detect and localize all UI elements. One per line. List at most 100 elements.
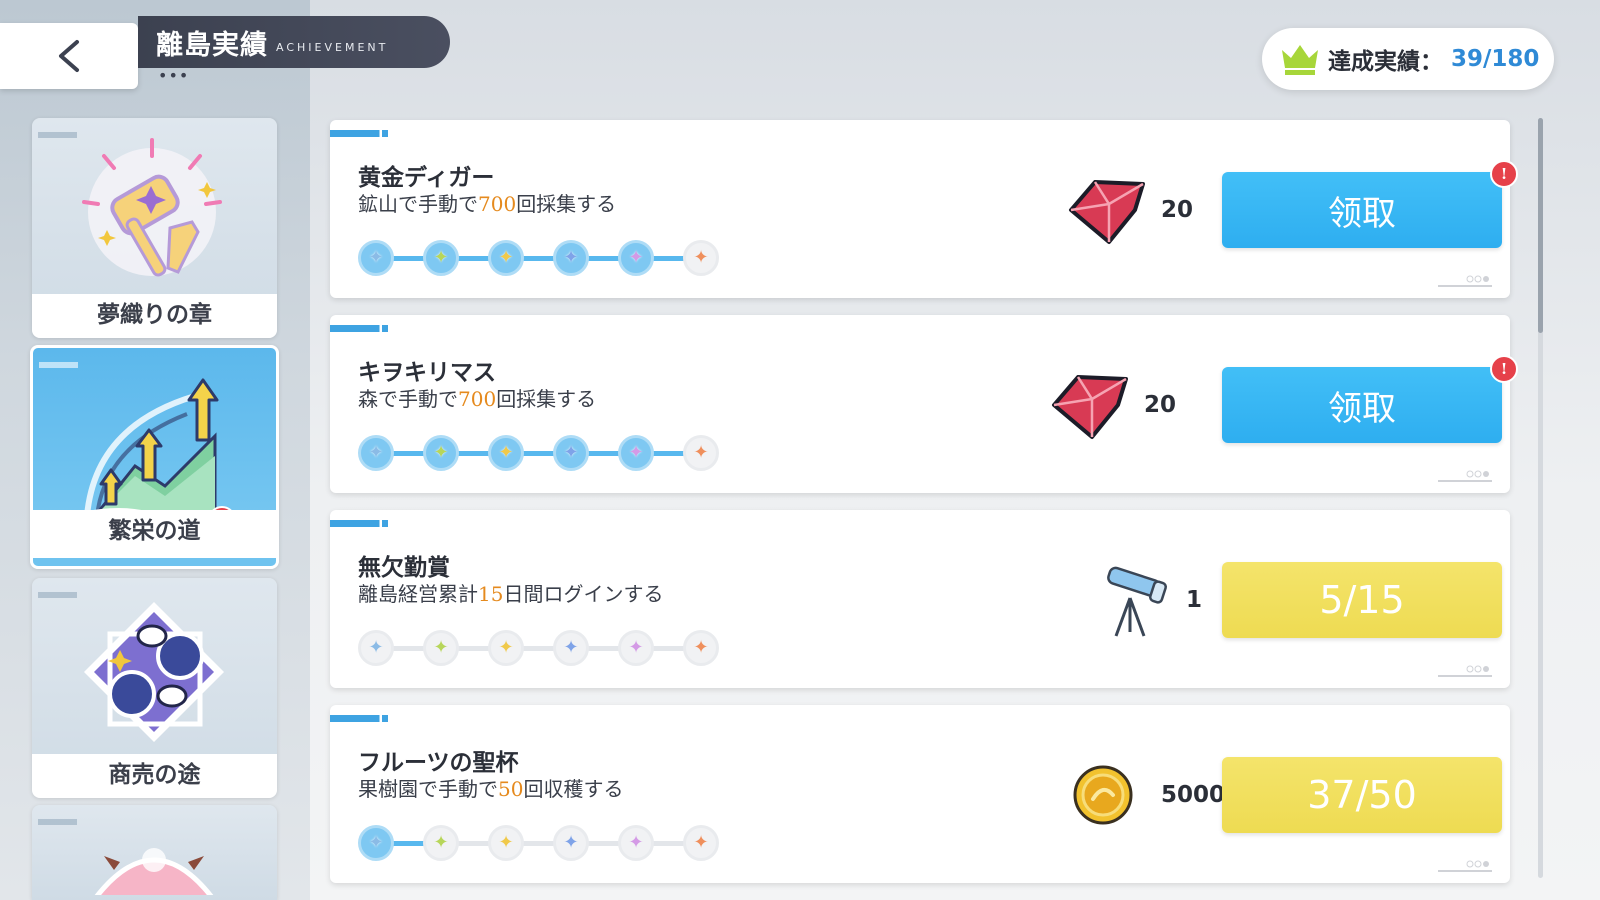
ruby-icon	[1069, 180, 1145, 244]
stage-star-icon: ✦	[618, 825, 654, 861]
star-glyph: ✦	[628, 832, 644, 853]
achievement-count-badge: 達成実績： 39/180	[1262, 28, 1554, 90]
stage-star-icon: ✦	[618, 435, 654, 471]
watermark-logo	[1438, 665, 1492, 677]
hammer-icon	[82, 138, 222, 277]
star-glyph: ✦	[563, 832, 579, 853]
stage-star-icon: ✦	[618, 240, 654, 276]
star-glyph: ✦	[563, 442, 579, 463]
star-glyph: ✦	[433, 637, 449, 658]
ruby-icon	[1052, 375, 1128, 439]
stage-star-icon: ✦	[423, 240, 459, 276]
star-glyph: ✦	[433, 247, 449, 268]
desc-text: 鉱山で手動で	[358, 192, 478, 216]
chevron-left-icon	[59, 40, 79, 72]
star-glyph: ✦	[628, 247, 644, 268]
page-subtitle: ACHIEVEMENT	[276, 40, 389, 54]
alert-badge: !	[1490, 160, 1518, 188]
desc-text: 森で手動で	[358, 387, 458, 411]
card-tag	[330, 520, 388, 527]
star-glyph: ✦	[433, 442, 449, 463]
stage-star-icon: ✦	[553, 825, 589, 861]
stage-star-icon: ✦	[488, 630, 524, 666]
star-glyph: ✦	[368, 637, 384, 658]
stage-progress: ✦ ✦ ✦ ✦ ✦ ✦	[358, 825, 719, 861]
card-tag	[330, 715, 388, 722]
desc-text: 果樹園で手動で	[358, 777, 498, 801]
card-tag	[330, 325, 388, 332]
stage-star-icon: ✦	[553, 240, 589, 276]
stage-progress: ✦ ✦ ✦ ✦ ✦ ✦	[358, 435, 719, 471]
reward-count: 20	[1144, 392, 1177, 418]
star-glyph: ✦	[628, 637, 644, 658]
achievement-item: 黄金ディガー 鉱山で手動で700回採集する ✦ ✦ ✦ ✦ ✦ ✦ 20 领取 !	[330, 120, 1518, 298]
reward: 5000	[1065, 755, 1225, 835]
claim-button[interactable]: 领取 !	[1222, 160, 1518, 248]
star-glyph: ✦	[628, 442, 644, 463]
scrollbar-thumb[interactable]	[1538, 118, 1543, 333]
reward: 1	[1090, 560, 1202, 640]
list-scrollbar[interactable]	[1538, 118, 1543, 878]
stage-star-icon: ✦	[423, 825, 459, 861]
star-glyph: ✦	[498, 247, 514, 268]
achievement-value: 39/180	[1451, 46, 1540, 72]
category-label: 繁栄の道	[33, 510, 276, 566]
category-card-trade[interactable]: 商売の途	[32, 578, 277, 798]
stage-star-icon: ✦	[683, 240, 719, 276]
desc-number: 700	[458, 387, 497, 411]
stage-star-icon: ✦	[488, 825, 524, 861]
achievement-title: キヲキリマス	[358, 359, 496, 386]
star-glyph: ✦	[498, 442, 514, 463]
star-glyph: ✦	[498, 637, 514, 658]
star-glyph: ✦	[693, 247, 709, 268]
star-glyph: ✦	[433, 832, 449, 853]
star-glyph: ✦	[368, 832, 384, 853]
achievement-description: 果樹園で手動で50回収穫する	[358, 773, 623, 802]
achievement-list: 黄金ディガー 鉱山で手動で700回採集する ✦ ✦ ✦ ✦ ✦ ✦ 20 领取 ! キヲキ…	[330, 120, 1518, 900]
stage-star-icon: ✦	[423, 435, 459, 471]
reward-count: 5000	[1161, 782, 1226, 808]
stage-star-icon: ✦	[683, 630, 719, 666]
stage-star-icon: ✦	[683, 825, 719, 861]
watermark-logo	[1438, 860, 1492, 872]
page-title: 離島実績	[156, 29, 268, 61]
desc-number: 700	[478, 192, 517, 216]
desc-text: 離島経営累計	[358, 582, 478, 606]
stage-star-icon: ✦	[553, 435, 589, 471]
stage-star-icon: ✦	[358, 630, 394, 666]
achievement-description: 森で手動で700回採集する	[358, 383, 596, 412]
button-label: 37/50	[1307, 773, 1417, 817]
achievement-title: 黄金ディガー	[358, 164, 495, 191]
achievement-description: 離島経営累計15日間ログインする	[358, 578, 663, 607]
stage-star-icon: ✦	[488, 435, 524, 471]
achievement-item: 無欠勤賞 離島経営累計15日間ログインする ✦ ✦ ✦ ✦ ✦ ✦ 1 5/15	[330, 510, 1510, 688]
achievement-item: キヲキリマス 森で手動で700回採集する ✦ ✦ ✦ ✦ ✦ ✦ 20 领取 !	[330, 315, 1518, 493]
reward-count: 20	[1161, 197, 1194, 223]
desc-text: 回採集する	[496, 387, 597, 411]
category-sidebar: 離島実績 ACHIEVEMENT ••• 夢織りの章 繁栄の道 商売の途	[0, 0, 450, 900]
achievement-title: フルーツの聖杯	[358, 749, 519, 776]
category-card-prosperity[interactable]: ! 繁栄の道	[30, 345, 279, 569]
category-card-dream[interactable]: 夢織りの章	[32, 118, 277, 338]
button-label: 5/15	[1319, 578, 1405, 622]
stage-star-icon: ✦	[618, 630, 654, 666]
star-glyph: ✦	[563, 637, 579, 658]
card-tag	[330, 130, 388, 137]
stage-progress: ✦ ✦ ✦ ✦ ✦ ✦	[358, 240, 719, 276]
fruit-trade-icon	[84, 602, 224, 742]
star-glyph: ✦	[563, 247, 579, 268]
desc-text: 回採集する	[516, 192, 617, 216]
achievement-item: フルーツの聖杯 果樹園で手動で50回収穫する ✦ ✦ ✦ ✦ ✦ ✦ 5000 37/50	[330, 705, 1510, 883]
star-glyph: ✦	[693, 442, 709, 463]
reward: 20	[1048, 365, 1176, 445]
progress-button[interactable]: 5/15	[1222, 562, 1502, 638]
back-button[interactable]	[0, 23, 138, 89]
stage-star-icon: ✦	[358, 435, 394, 471]
stage-progress: ✦ ✦ ✦ ✦ ✦ ✦	[358, 630, 719, 666]
claim-button[interactable]: 领取 !	[1222, 355, 1518, 443]
progress-button[interactable]: 37/50	[1222, 757, 1502, 833]
alert-badge: !	[1490, 355, 1518, 383]
stage-star-icon: ✦	[488, 240, 524, 276]
desc-text: 回収穫する	[523, 777, 624, 801]
category-card-partial[interactable]	[32, 805, 277, 900]
